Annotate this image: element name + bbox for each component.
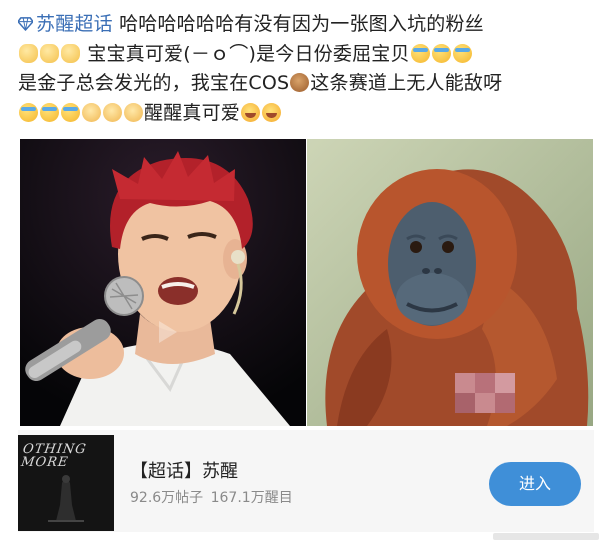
cat-emoji-icon bbox=[82, 102, 101, 122]
post-line-1: 苏醒超话 哈哈哈哈哈哈有没有因为一张图入坑的粉丝 bbox=[18, 10, 588, 40]
crying-emoji-icon bbox=[262, 102, 282, 122]
cat-emoji-icon bbox=[103, 102, 122, 122]
hands-over-face-emoji-icon bbox=[40, 43, 59, 63]
super-topic-diamond-icon bbox=[18, 17, 33, 31]
super-topic-card[interactable]: OTHING MORE 【超话】苏醒 92.6万帖子 167.1万醒目 进入 bbox=[18, 430, 594, 532]
hands-over-face-emoji-icon bbox=[19, 43, 38, 63]
sweat-emoji-icon bbox=[452, 43, 472, 63]
post-text: 苏醒超话 哈哈哈哈哈哈有没有因为一张图入坑的粉丝 宝宝真可爱(－ｏ⌒)是今日份委… bbox=[18, 10, 588, 128]
cat-emoji-icon bbox=[124, 102, 143, 122]
play-icon bbox=[159, 321, 177, 343]
thumbnail-figure-icon bbox=[48, 475, 84, 522]
card-title: 【超话】苏醒 bbox=[130, 461, 238, 482]
card-stats: 92.6万帖子 167.1万醒目 bbox=[130, 490, 293, 506]
sweat-emoji-icon bbox=[61, 102, 80, 122]
sweat-emoji-icon bbox=[19, 102, 38, 122]
post-line-3-text-b: 这条赛道上无人能敌呀 bbox=[310, 72, 503, 94]
post-line-4-text: 醒醒真可爱 bbox=[144, 101, 241, 124]
post-line-1-text: 哈哈哈哈哈哈有没有因为一张图入坑的粉丝 bbox=[119, 13, 484, 35]
singer-illustration bbox=[20, 139, 306, 426]
sweat-emoji-icon bbox=[431, 43, 451, 63]
watermark-icon bbox=[493, 533, 599, 540]
post-line-3-text-a: 是金子总会发光的，我宝在COS bbox=[18, 72, 290, 94]
topic-thumbnail: OTHING MORE bbox=[18, 435, 114, 531]
topic-label: 苏醒超话 bbox=[36, 13, 113, 35]
orangutan-photo[interactable] bbox=[307, 139, 593, 426]
sweat-emoji-icon bbox=[410, 43, 430, 63]
crying-emoji-icon bbox=[241, 102, 261, 122]
topic-link[interactable]: 苏醒超话 bbox=[18, 13, 113, 35]
sweat-emoji-icon bbox=[40, 102, 59, 122]
post-line-2-text: 宝宝真可爱(－ｏ⌒)是今日份委屈宝贝 bbox=[87, 42, 410, 65]
orangutan-illustration bbox=[307, 139, 593, 426]
singer-photo[interactable] bbox=[20, 139, 306, 426]
hands-over-face-emoji-icon bbox=[61, 43, 80, 63]
post-line-2: 宝宝真可爱(－ｏ⌒)是今日份委屈宝贝 bbox=[18, 40, 588, 70]
enter-button[interactable]: 进入 bbox=[489, 462, 581, 506]
post-line-4: 醒醒真可爱 bbox=[18, 99, 588, 129]
post-line-3: 是金子总会发光的，我宝在COS 这条赛道上无人能敌呀 bbox=[18, 69, 588, 99]
monkey-emoji-icon bbox=[290, 73, 310, 92]
